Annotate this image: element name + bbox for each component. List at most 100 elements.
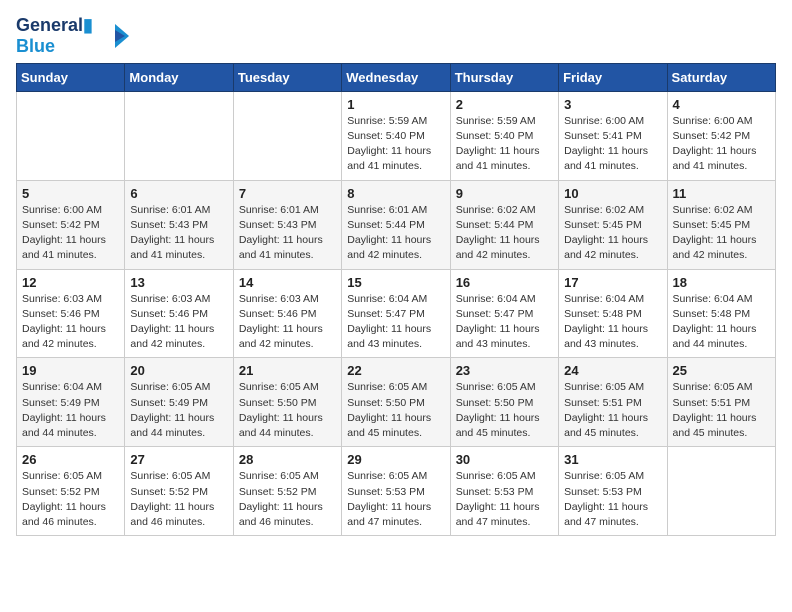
- day-header-tuesday: Tuesday: [233, 63, 341, 91]
- calendar-cell: 1 Sunrise: 5:59 AM Sunset: 5:40 PM Daylig…: [342, 91, 450, 180]
- day-number: 11: [673, 186, 770, 201]
- calendar-week-3: 12 Sunrise: 6:03 AM Sunset: 5:46 PM Dayli…: [17, 269, 776, 358]
- calendar-cell: 18 Sunrise: 6:04 AM Sunset: 5:48 PM Dayli…: [667, 269, 775, 358]
- day-number: 9: [456, 186, 553, 201]
- day-info: Sunrise: 6:03 AM Sunset: 5:46 PM Dayligh…: [22, 292, 119, 353]
- day-info: Sunrise: 6:05 AM Sunset: 5:53 PM Dayligh…: [564, 469, 661, 530]
- calendar-cell: [667, 447, 775, 536]
- calendar-cell: 27 Sunrise: 6:05 AM Sunset: 5:52 PM Dayli…: [125, 447, 233, 536]
- day-number: 18: [673, 275, 770, 290]
- calendar-week-5: 26 Sunrise: 6:05 AM Sunset: 5:52 PM Dayli…: [17, 447, 776, 536]
- calendar-cell: 7 Sunrise: 6:01 AM Sunset: 5:43 PM Daylig…: [233, 180, 341, 269]
- calendar-cell: 28 Sunrise: 6:05 AM Sunset: 5:52 PM Dayli…: [233, 447, 341, 536]
- calendar-cell: 4 Sunrise: 6:00 AM Sunset: 5:42 PM Daylig…: [667, 91, 775, 180]
- day-number: 4: [673, 97, 770, 112]
- day-header-wednesday: Wednesday: [342, 63, 450, 91]
- page-header: General▮ Blue: [16, 16, 776, 57]
- day-number: 29: [347, 452, 444, 467]
- logo-line1: General▮: [16, 16, 93, 36]
- day-number: 14: [239, 275, 336, 290]
- day-info: Sunrise: 6:05 AM Sunset: 5:51 PM Dayligh…: [564, 380, 661, 441]
- day-number: 19: [22, 363, 119, 378]
- logo: General▮ Blue: [16, 16, 129, 57]
- day-number: 27: [130, 452, 227, 467]
- day-info: Sunrise: 6:05 AM Sunset: 5:50 PM Dayligh…: [456, 380, 553, 441]
- day-number: 10: [564, 186, 661, 201]
- day-info: Sunrise: 6:01 AM Sunset: 5:43 PM Dayligh…: [130, 203, 227, 264]
- day-number: 30: [456, 452, 553, 467]
- day-info: Sunrise: 6:04 AM Sunset: 5:48 PM Dayligh…: [564, 292, 661, 353]
- day-info: Sunrise: 5:59 AM Sunset: 5:40 PM Dayligh…: [456, 114, 553, 175]
- day-number: 13: [130, 275, 227, 290]
- day-header-friday: Friday: [559, 63, 667, 91]
- day-number: 1: [347, 97, 444, 112]
- day-number: 22: [347, 363, 444, 378]
- day-info: Sunrise: 6:05 AM Sunset: 5:52 PM Dayligh…: [22, 469, 119, 530]
- day-info: Sunrise: 6:05 AM Sunset: 5:50 PM Dayligh…: [239, 380, 336, 441]
- day-number: 8: [347, 186, 444, 201]
- day-info: Sunrise: 6:05 AM Sunset: 5:49 PM Dayligh…: [130, 380, 227, 441]
- day-info: Sunrise: 6:05 AM Sunset: 5:51 PM Dayligh…: [673, 380, 770, 441]
- calendar-cell: 21 Sunrise: 6:05 AM Sunset: 5:50 PM Dayli…: [233, 358, 341, 447]
- calendar-cell: 20 Sunrise: 6:05 AM Sunset: 5:49 PM Dayli…: [125, 358, 233, 447]
- calendar-cell: 11 Sunrise: 6:02 AM Sunset: 5:45 PM Dayli…: [667, 180, 775, 269]
- calendar-cell: 29 Sunrise: 6:05 AM Sunset: 5:53 PM Dayli…: [342, 447, 450, 536]
- calendar-cell: 5 Sunrise: 6:00 AM Sunset: 5:42 PM Daylig…: [17, 180, 125, 269]
- day-number: 2: [456, 97, 553, 112]
- day-number: 26: [22, 452, 119, 467]
- calendar-cell: 17 Sunrise: 6:04 AM Sunset: 5:48 PM Dayli…: [559, 269, 667, 358]
- day-info: Sunrise: 6:03 AM Sunset: 5:46 PM Dayligh…: [239, 292, 336, 353]
- day-info: Sunrise: 6:00 AM Sunset: 5:42 PM Dayligh…: [673, 114, 770, 175]
- day-number: 25: [673, 363, 770, 378]
- day-number: 23: [456, 363, 553, 378]
- day-info: Sunrise: 6:03 AM Sunset: 5:46 PM Dayligh…: [130, 292, 227, 353]
- day-number: 3: [564, 97, 661, 112]
- calendar-cell: 3 Sunrise: 6:00 AM Sunset: 5:41 PM Daylig…: [559, 91, 667, 180]
- calendar-cell: 24 Sunrise: 6:05 AM Sunset: 5:51 PM Dayli…: [559, 358, 667, 447]
- day-number: 7: [239, 186, 336, 201]
- day-info: Sunrise: 6:04 AM Sunset: 5:47 PM Dayligh…: [456, 292, 553, 353]
- calendar-cell: [17, 91, 125, 180]
- calendar-cell: 14 Sunrise: 6:03 AM Sunset: 5:46 PM Dayli…: [233, 269, 341, 358]
- day-number: 12: [22, 275, 119, 290]
- calendar-cell: 23 Sunrise: 6:05 AM Sunset: 5:50 PM Dayli…: [450, 358, 558, 447]
- day-number: 5: [22, 186, 119, 201]
- calendar-week-1: 1 Sunrise: 5:59 AM Sunset: 5:40 PM Daylig…: [17, 91, 776, 180]
- calendar-cell: 12 Sunrise: 6:03 AM Sunset: 5:46 PM Dayli…: [17, 269, 125, 358]
- calendar-week-2: 5 Sunrise: 6:00 AM Sunset: 5:42 PM Daylig…: [17, 180, 776, 269]
- day-number: 28: [239, 452, 336, 467]
- day-info: Sunrise: 6:04 AM Sunset: 5:49 PM Dayligh…: [22, 380, 119, 441]
- calendar-cell: 15 Sunrise: 6:04 AM Sunset: 5:47 PM Dayli…: [342, 269, 450, 358]
- day-header-saturday: Saturday: [667, 63, 775, 91]
- calendar-cell: 9Sunrise: 6:02 AM Sunset: 5:44 PM Daylig…: [450, 180, 558, 269]
- calendar-cell: 25 Sunrise: 6:05 AM Sunset: 5:51 PM Dayli…: [667, 358, 775, 447]
- calendar-cell: 2 Sunrise: 5:59 AM Sunset: 5:40 PM Daylig…: [450, 91, 558, 180]
- logo-line2: Blue: [16, 36, 93, 57]
- day-info: Sunrise: 6:04 AM Sunset: 5:47 PM Dayligh…: [347, 292, 444, 353]
- day-number: 16: [456, 275, 553, 290]
- day-number: 20: [130, 363, 227, 378]
- day-info: Sunrise: 6:01 AM Sunset: 5:44 PM Dayligh…: [347, 203, 444, 264]
- day-info: Sunrise: 6:00 AM Sunset: 5:42 PM Dayligh…: [22, 203, 119, 264]
- day-info: Sunrise: 6:02 AM Sunset: 5:45 PM Dayligh…: [564, 203, 661, 264]
- calendar-cell: 22 Sunrise: 6:05 AM Sunset: 5:50 PM Dayli…: [342, 358, 450, 447]
- day-info: Sunrise: 6:00 AM Sunset: 5:41 PM Dayligh…: [564, 114, 661, 175]
- calendar-cell: 8 Sunrise: 6:01 AM Sunset: 5:44 PM Daylig…: [342, 180, 450, 269]
- day-info: Sunrise: 6:05 AM Sunset: 5:52 PM Dayligh…: [239, 469, 336, 530]
- day-info: Sunrise: 6:01 AM Sunset: 5:43 PM Dayligh…: [239, 203, 336, 264]
- day-number: 15: [347, 275, 444, 290]
- day-number: 6: [130, 186, 227, 201]
- calendar-cell: [125, 91, 233, 180]
- day-number: 17: [564, 275, 661, 290]
- day-header-thursday: Thursday: [450, 63, 558, 91]
- calendar-week-4: 19 Sunrise: 6:04 AM Sunset: 5:49 PM Dayli…: [17, 358, 776, 447]
- day-info: Sunrise: 6:05 AM Sunset: 5:53 PM Dayligh…: [347, 469, 444, 530]
- day-info: Sunrise: 6:02 AM Sunset: 5:45 PM Dayligh…: [673, 203, 770, 264]
- day-number: 24: [564, 363, 661, 378]
- day-info: Sunrise: 5:59 AM Sunset: 5:40 PM Dayligh…: [347, 114, 444, 175]
- day-info: Sunrise: 6:05 AM Sunset: 5:50 PM Dayligh…: [347, 380, 444, 441]
- day-info: Sunrise: 6:05 AM Sunset: 5:52 PM Dayligh…: [130, 469, 227, 530]
- day-header-monday: Monday: [125, 63, 233, 91]
- day-number: 21: [239, 363, 336, 378]
- day-info: Sunrise: 6:04 AM Sunset: 5:48 PM Dayligh…: [673, 292, 770, 353]
